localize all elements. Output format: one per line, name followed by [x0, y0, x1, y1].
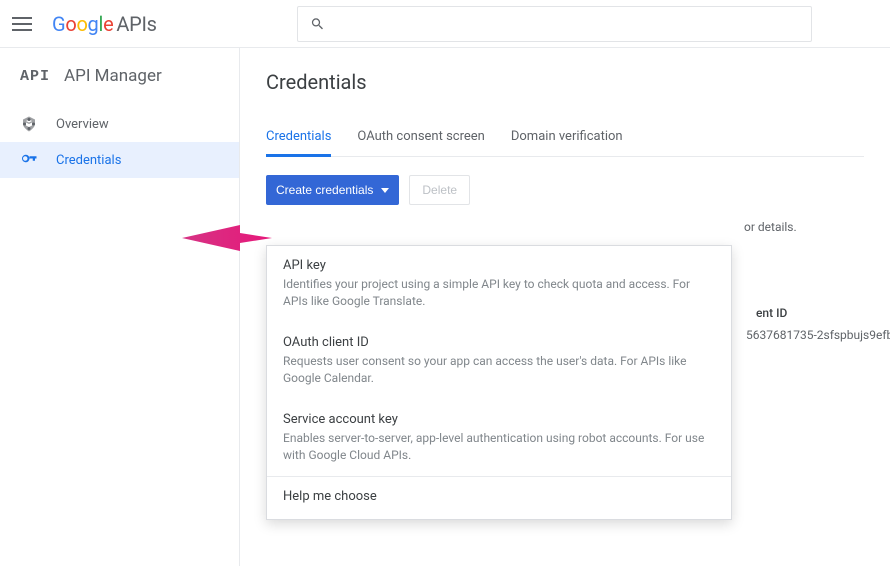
client-id-header: ent ID — [756, 306, 787, 320]
search-input[interactable] — [335, 16, 799, 32]
logo-suffix: APIs — [116, 12, 156, 36]
dropdown-item-oauth-client-id[interactable]: OAuth client ID Requests user consent so… — [267, 323, 731, 400]
dropdown-item-desc: Requests user consent so your app can ac… — [283, 353, 715, 388]
search-icon — [310, 16, 325, 32]
bg-details-text: or details. — [744, 220, 797, 234]
dropdown-item-desc: Enables server-to-server, app-level auth… — [283, 430, 715, 465]
google-apis-logo[interactable]: GoogleAPIs — [52, 12, 157, 36]
menu-icon[interactable] — [12, 14, 32, 34]
key-icon — [20, 151, 38, 169]
tab-domain-verification[interactable]: Domain verification — [511, 129, 623, 156]
tab-credentials[interactable]: Credentials — [266, 129, 331, 157]
client-id-value: 5637681735-2sfspbujs9efb16d4n — [746, 328, 890, 342]
search-box[interactable] — [297, 6, 812, 42]
sidebar-item-overview[interactable]: Overview — [0, 106, 239, 142]
toolbar: Create credentials Delete — [266, 175, 864, 205]
api-monogram-icon: API — [20, 68, 50, 85]
create-credentials-button[interactable]: Create credentials — [266, 175, 399, 205]
dropdown-item-service-account-key[interactable]: Service account key Enables server-to-se… — [267, 400, 731, 477]
sidebar-item-label: Overview — [56, 117, 109, 132]
sidebar-title: API Manager — [64, 66, 162, 86]
dropdown-item-title: OAuth client ID — [283, 335, 715, 350]
dropdown-item-help-me-choose[interactable]: Help me choose — [267, 477, 731, 519]
page-title: Credentials — [266, 70, 864, 94]
create-credentials-dropdown: API key Identifies your project using a … — [266, 245, 732, 520]
overview-icon — [20, 115, 38, 133]
dropdown-item-title: API key — [283, 258, 715, 273]
dropdown-item-api-key[interactable]: API key Identifies your project using a … — [267, 246, 731, 323]
tabs: Credentials OAuth consent screen Domain … — [266, 129, 864, 157]
dropdown-item-title: Help me choose — [283, 489, 715, 504]
create-credentials-label: Create credentials — [276, 183, 373, 197]
sidebar-header: API API Manager — [0, 66, 239, 106]
sidebar: API API Manager Overview Credentials — [0, 48, 240, 566]
caret-down-icon — [381, 188, 389, 193]
sidebar-item-credentials[interactable]: Credentials — [0, 142, 239, 178]
dropdown-item-title: Service account key — [283, 412, 715, 427]
sidebar-item-label: Credentials — [56, 153, 121, 168]
tab-oauth-consent[interactable]: OAuth consent screen — [357, 129, 484, 156]
delete-button[interactable]: Delete — [409, 175, 470, 205]
top-header: GoogleAPIs — [0, 0, 890, 48]
dropdown-item-desc: Identifies your project using a simple A… — [283, 276, 715, 311]
